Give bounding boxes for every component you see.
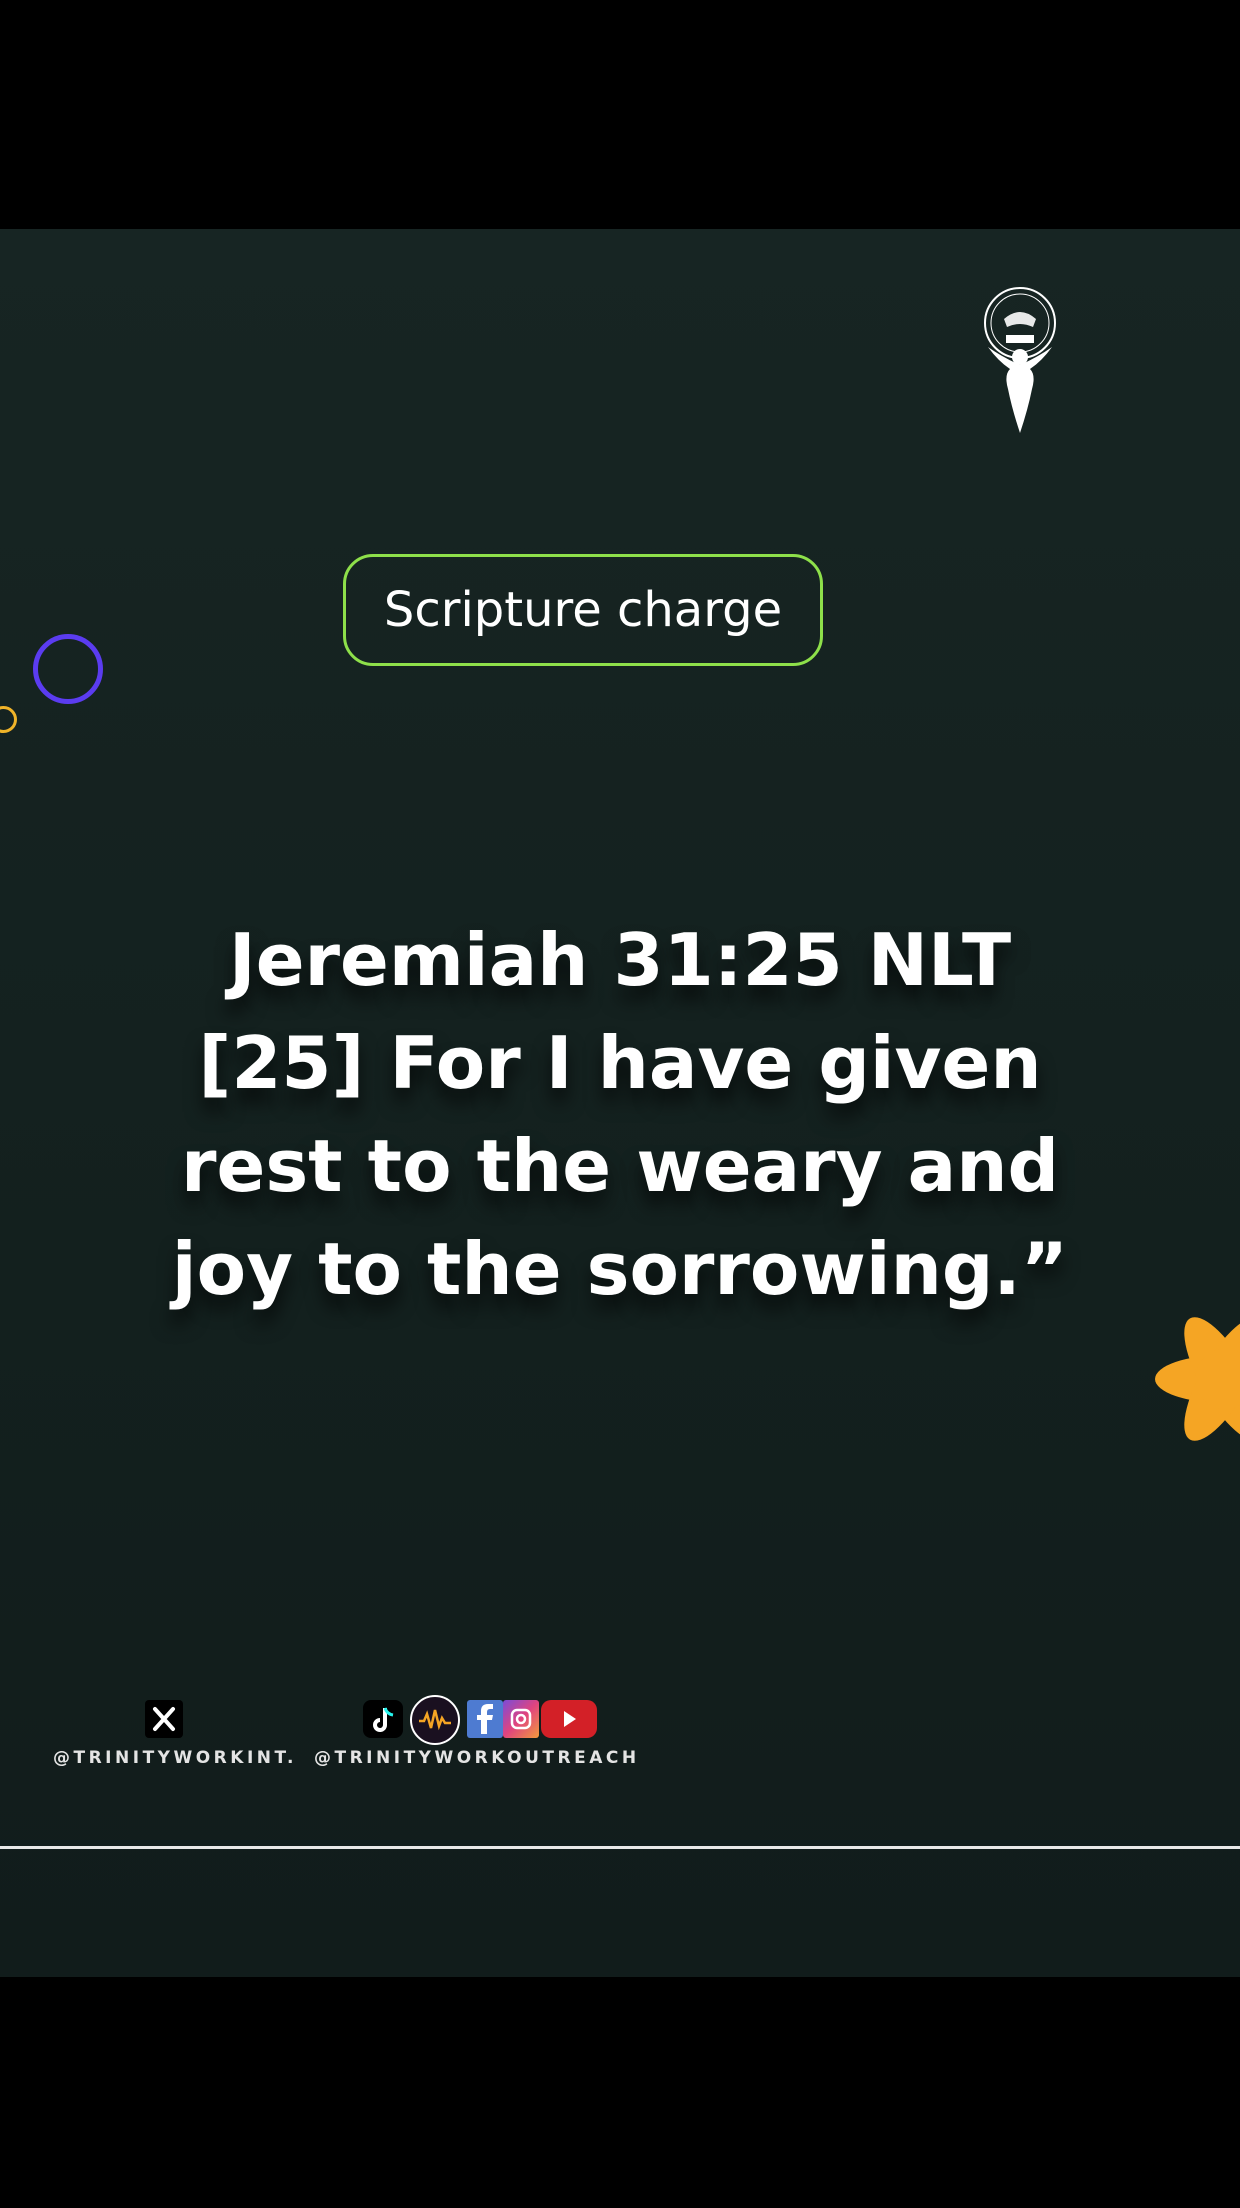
scripture-line: joy to the sorrowing.” bbox=[171, 1227, 1069, 1311]
yellow-ring-decoration bbox=[0, 706, 17, 733]
youtube-icon[interactable] bbox=[541, 1700, 597, 1738]
scripture-line: Jeremiah 31:25 NLT bbox=[228, 918, 1012, 1002]
facebook-icon[interactable] bbox=[467, 1700, 503, 1738]
orange-flower-decoration bbox=[1155, 1317, 1240, 1441]
main-social-handle: @TRINITYWORKOUTREACH bbox=[314, 1748, 640, 1768]
scripture-text: Jeremiah 31:25 NLT [25] For I have given… bbox=[90, 909, 1150, 1321]
trinity-works-logo bbox=[984, 287, 1056, 433]
scripture-line: [25] For I have given bbox=[198, 1021, 1042, 1105]
scripture-charge-badge: Scripture charge bbox=[343, 554, 823, 666]
badge-label: Scripture charge bbox=[383, 582, 783, 638]
scripture-line: rest to the weary and bbox=[180, 1124, 1060, 1208]
purple-ring-decoration bbox=[33, 634, 103, 704]
audiomack-icon[interactable] bbox=[409, 1694, 461, 1746]
instagram-icon[interactable] bbox=[503, 1700, 539, 1738]
x-icon[interactable] bbox=[145, 1700, 183, 1738]
tiktok-icon[interactable] bbox=[363, 1700, 403, 1738]
footer-divider bbox=[0, 1846, 1240, 1849]
scripture-card: Scripture charge Jeremiah 31:25 NLT [25]… bbox=[0, 229, 1240, 1977]
x-handle: @TRINITYWORKINT. bbox=[53, 1748, 297, 1768]
